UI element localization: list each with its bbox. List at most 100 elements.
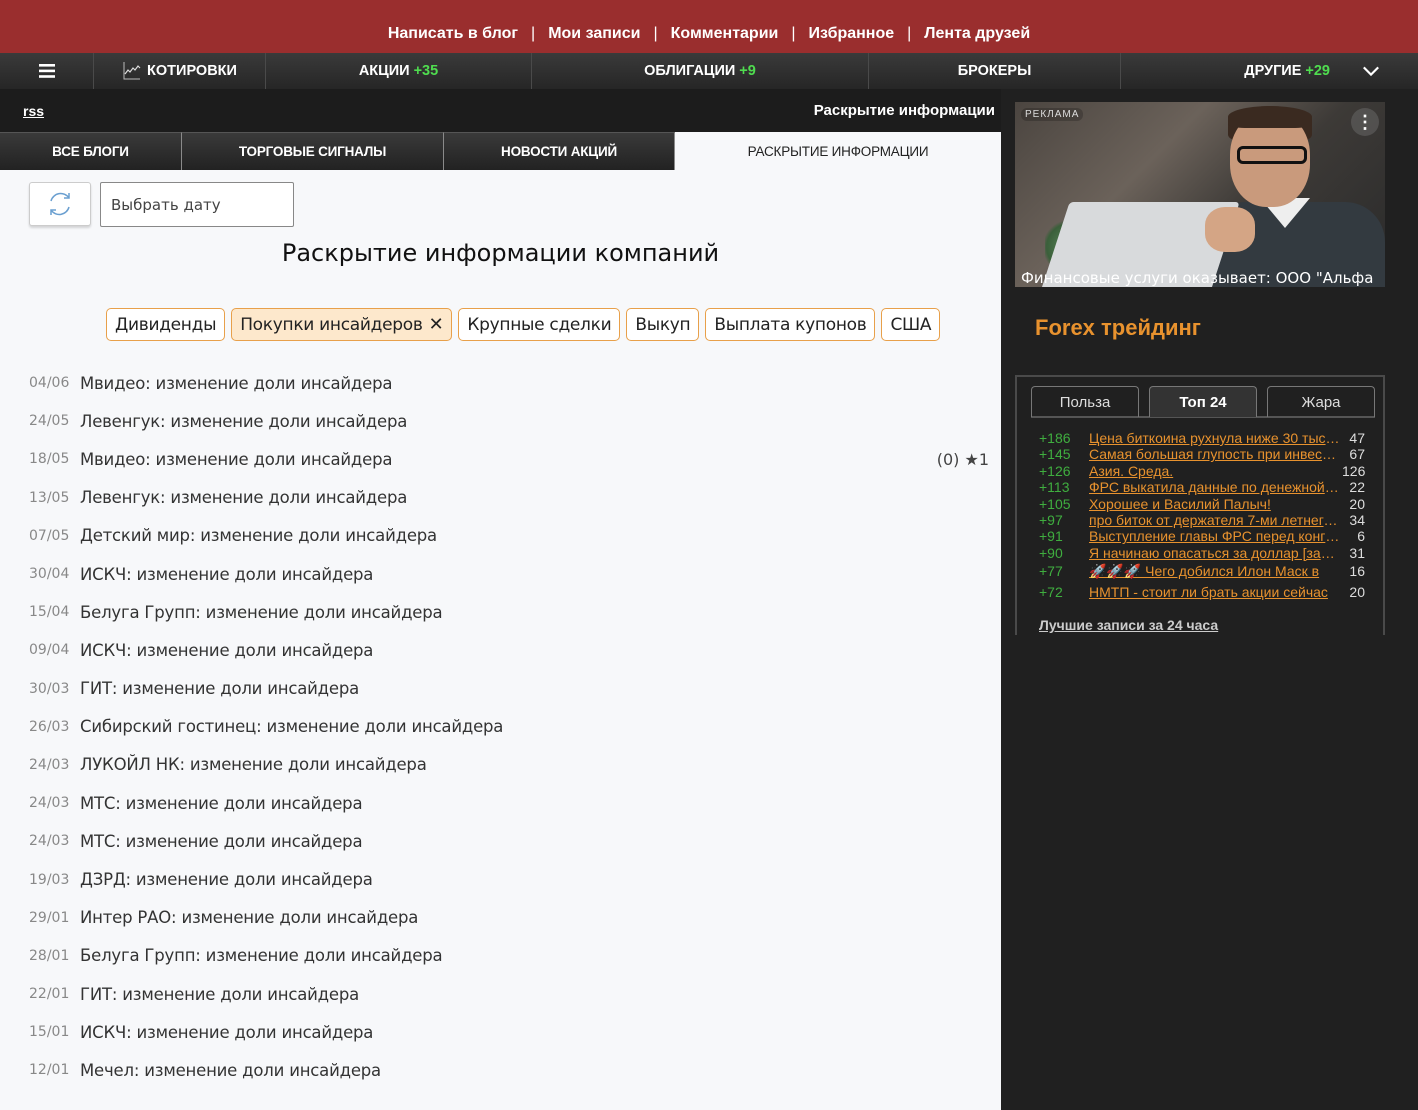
list-item: 13/05 Левенгук: изменение доли инсайдера bbox=[29, 479, 989, 517]
item-title-link[interactable]: ГИТ: изменение доли инсайдера bbox=[80, 679, 359, 698]
ad-banner[interactable]: РЕКЛАМА ⋮ Финансовые услуги оказывает: О… bbox=[1015, 102, 1385, 287]
filter-buyback[interactable]: Выкуп bbox=[626, 308, 700, 341]
list-item: 28/01 Белуга Групп: изменение доли инсайд… bbox=[29, 937, 989, 975]
item-date: 28/01 bbox=[29, 947, 70, 964]
item-title-link[interactable]: Детский мир: изменение доли инсайдера bbox=[80, 526, 437, 545]
item-title-link[interactable]: ИСКЧ: изменение доли инсайдера bbox=[80, 1023, 373, 1042]
item-title-link[interactable]: ГИТ: изменение доли инсайдера bbox=[80, 985, 359, 1004]
nav-other[interactable]: ДРУГИЕ +29 bbox=[1121, 53, 1418, 89]
item-title-link[interactable]: Мвидео: изменение доли инсайдера bbox=[80, 450, 392, 469]
top-post-row: +113 ФРС выкатила данные по денежной масс… bbox=[1039, 479, 1365, 495]
item-date: 04/06 bbox=[29, 375, 70, 392]
tab-useful[interactable]: Польза bbox=[1031, 386, 1139, 417]
post-score: +77 bbox=[1039, 563, 1063, 580]
item-title-link[interactable]: ЛУКОЙЛ НК: изменение доли инсайдера bbox=[80, 755, 427, 774]
top-post-row: +91 Выступление главы ФРС перед конгрессо… bbox=[1039, 528, 1365, 544]
item-date: 24/03 bbox=[29, 833, 70, 850]
list-item: 30/04 ИСКЧ: изменение доли инсайдера bbox=[29, 555, 989, 593]
item-title-link[interactable]: МТС: изменение доли инсайдера bbox=[80, 832, 363, 851]
item-title-link[interactable]: ИСКЧ: изменение доли инсайдера bbox=[80, 641, 373, 660]
tab-disclosure[interactable]: РАСКРЫТИЕ ИНФОРМАЦИИ bbox=[675, 132, 1001, 170]
post-score: +72 bbox=[1039, 584, 1063, 601]
item-title-link[interactable]: Белуга Групп: изменение доли инсайдера bbox=[80, 603, 443, 622]
comment-count[interactable]: (0) bbox=[937, 450, 960, 469]
item-title-link[interactable]: Интер РАО: изменение доли инсайдера bbox=[80, 908, 418, 927]
item-title-link[interactable]: Мвидео: изменение доли инсайдера bbox=[80, 374, 392, 393]
close-icon[interactable]: ✕ bbox=[429, 314, 444, 335]
list-item: 24/03 МТС: изменение доли инсайдера bbox=[29, 784, 989, 822]
filter-coupon-payments[interactable]: Выплата купонов bbox=[705, 308, 876, 341]
tab-all-blogs[interactable]: ВСЕ БЛОГИ bbox=[0, 132, 182, 170]
sub-header: rss Раскрытие информации bbox=[0, 89, 1001, 132]
chip-label: Крупные сделки bbox=[467, 314, 612, 335]
post-link[interactable]: Цена биткоина рухнула ниже 30 тысяч долл… bbox=[1089, 430, 1342, 446]
post-link[interactable]: Азия. Среда. bbox=[1089, 463, 1342, 479]
item-title-link[interactable]: ДЗРД: изменение доли инсайдера bbox=[80, 870, 373, 889]
post-link[interactable]: НМТП - стоит ли брать акции сейчас bbox=[1089, 582, 1342, 603]
write-blog-link[interactable]: Написать в блог bbox=[388, 25, 518, 42]
post-comment-count: 16 bbox=[1349, 563, 1365, 580]
friends-feed-link[interactable]: Лента друзей bbox=[924, 25, 1030, 42]
nav-quotes[interactable]: КОТИРОВКИ bbox=[94, 53, 266, 89]
item-date: 19/03 bbox=[29, 871, 70, 888]
filter-usa[interactable]: США bbox=[881, 308, 941, 341]
post-link[interactable]: Выступление главы ФРС перед конгрессом bbox=[1089, 528, 1342, 544]
item-title-link[interactable]: Сибирский гостинец: изменение доли инсай… bbox=[80, 717, 503, 736]
comments-link[interactable]: Комментарии bbox=[671, 25, 779, 42]
best-posts-link[interactable]: Лучшие записи за 24 часа bbox=[1039, 617, 1218, 633]
post-link[interactable]: ФРС выкатила данные по денежной массе bbox=[1089, 479, 1342, 495]
chip-label: Дивиденды bbox=[115, 314, 217, 335]
nav-label: ДРУГИЕ bbox=[1244, 63, 1302, 79]
main-content: rss Раскрытие информации ВСЕ БЛОГИ ТОРГО… bbox=[0, 89, 1001, 1110]
post-link[interactable]: Я начинаю опасаться за доллар [заметки] bbox=[1089, 545, 1342, 561]
item-title-link[interactable]: Левенгук: изменение доли инсайдера bbox=[80, 412, 407, 431]
list-item: 22/01 ГИТ: изменение доли инсайдера bbox=[29, 975, 989, 1013]
tab-hot[interactable]: Жара bbox=[1267, 386, 1375, 417]
filter-insider-purchases[interactable]: Покупки инсайдеров ✕ bbox=[231, 308, 453, 341]
filter-large-deals[interactable]: Крупные сделки bbox=[458, 308, 621, 341]
chart-icon bbox=[123, 62, 141, 80]
page-title: Раскрытие информации компаний bbox=[281, 239, 720, 267]
post-score: +145 bbox=[1039, 446, 1071, 463]
controls bbox=[29, 182, 294, 227]
chevron-down-icon[interactable] bbox=[1362, 62, 1380, 80]
top-post-row: +186 Цена биткоина рухнула ниже 30 тысяч … bbox=[1039, 430, 1365, 446]
my-posts-link[interactable]: Мои записи bbox=[548, 25, 640, 42]
nav-stocks[interactable]: АКЦИИ +35 bbox=[266, 53, 532, 89]
item-title-link[interactable]: Мечел: изменение доли инсайдера bbox=[80, 1061, 381, 1080]
post-score: +105 bbox=[1039, 495, 1071, 512]
item-title-link[interactable]: МТС: изменение доли инсайдера bbox=[80, 794, 363, 813]
chip-label: Выплата купонов bbox=[714, 314, 867, 335]
post-link[interactable]: Хорошее и Василий Палыч! bbox=[1089, 496, 1342, 512]
favorites-link[interactable]: Избранное bbox=[809, 25, 895, 42]
list-item: 24/03 ЛУКОЙЛ НК: изменение доли инсайдера bbox=[29, 746, 989, 784]
list-item: 24/05 Левенгук: изменение доли инсайдера bbox=[29, 402, 989, 440]
item-title-link[interactable]: Белуга Групп: изменение доли инсайдера bbox=[80, 946, 443, 965]
nav-brokers[interactable]: БРОКЕРЫ bbox=[869, 53, 1121, 89]
date-picker-input[interactable] bbox=[100, 182, 294, 227]
post-link[interactable]: Самая большая глупость при инвестировани… bbox=[1089, 446, 1342, 462]
item-date: 09/04 bbox=[29, 642, 70, 659]
top-posts-list: +186 Цена биткоина рухнула ниже 30 тысяч … bbox=[1039, 430, 1365, 603]
post-link[interactable]: 🚀🚀🚀 Чего добился Илон Маск в bbox=[1089, 561, 1342, 582]
rss-link[interactable]: rss bbox=[23, 103, 44, 119]
tab-stock-news[interactable]: НОВОСТИ АКЦИЙ bbox=[444, 132, 675, 170]
post-link[interactable]: про биток от держателя 7-ми летнего стаж… bbox=[1089, 512, 1342, 528]
filter-dividends[interactable]: Дивиденды bbox=[106, 308, 226, 341]
refresh-button[interactable] bbox=[29, 182, 91, 226]
post-comment-count: 126 bbox=[1342, 462, 1366, 479]
more-options-icon[interactable]: ⋮ bbox=[1351, 108, 1379, 136]
star-rating[interactable]: ★1 bbox=[964, 450, 989, 469]
tab-top24[interactable]: Топ 24 bbox=[1149, 386, 1257, 417]
item-title-link[interactable]: Левенгук: изменение доли инсайдера bbox=[80, 488, 407, 507]
chip-label: Выкуп bbox=[635, 314, 691, 335]
tab-trading-signals[interactable]: ТОРГОВЫЕ СИГНАЛЫ bbox=[182, 132, 444, 170]
separator: | bbox=[791, 25, 796, 42]
item-date: 29/01 bbox=[29, 909, 70, 926]
top-post-row: +126 Азия. Среда. 126 bbox=[1039, 463, 1365, 479]
forex-title[interactable]: Forex трейдинг bbox=[1035, 315, 1201, 341]
item-title-link[interactable]: ИСКЧ: изменение доли инсайдера bbox=[80, 565, 373, 584]
blog-tabs: ВСЕ БЛОГИ ТОРГОВЫЕ СИГНАЛЫ НОВОСТИ АКЦИЙ… bbox=[0, 132, 1001, 170]
menu-button[interactable] bbox=[0, 53, 94, 89]
nav-bonds[interactable]: ОБЛИГАЦИИ +9 bbox=[532, 53, 869, 89]
